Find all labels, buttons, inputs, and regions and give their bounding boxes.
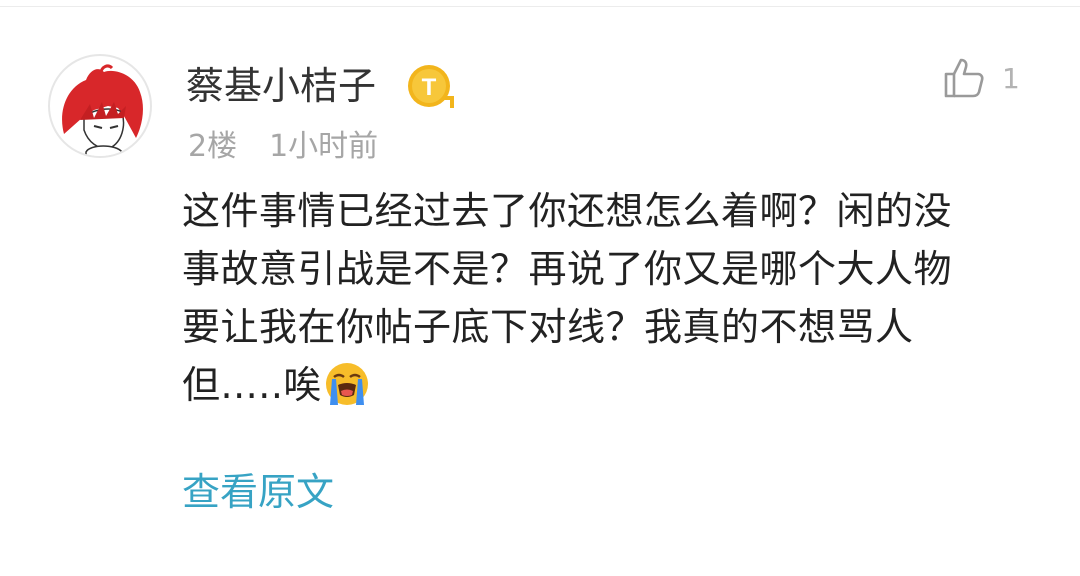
comment-last-line: 但.....唉 (182, 356, 1042, 414)
vip-badge-icon: T (408, 65, 454, 108)
view-original-link[interactable]: 查看原文 (182, 466, 334, 518)
floor-number: 2楼 (188, 129, 238, 164)
comment-line: 事故意引战是不是？再说了你又是哪个大人物 (182, 247, 953, 291)
avatar-image (62, 64, 143, 156)
thumbs-up-icon[interactable] (942, 56, 986, 100)
like-count: 1 (1002, 62, 1020, 95)
loudly-crying-face-icon (325, 363, 368, 405)
post-time: 1小时前 (269, 129, 379, 164)
comment-line: 这件事情已经过去了你还想怎么着啊？闲的没 (182, 189, 953, 233)
comment-line: 但.....唉 (182, 363, 322, 407)
comment-meta: 2楼 1小时前 (188, 126, 378, 168)
comment-line: 要让我在你帖子底下对线？我真的不想骂人 (182, 305, 914, 349)
comment-content: 这件事情已经过去了你还想怎么着啊？闲的没 事故意引战是不是？再说了你又是哪个大人… (182, 182, 1042, 414)
username[interactable]: 蔡基小桔子 (186, 60, 376, 112)
avatar[interactable] (48, 54, 152, 158)
top-divider (0, 6, 1080, 7)
vip-badge-letter: T (422, 74, 437, 101)
